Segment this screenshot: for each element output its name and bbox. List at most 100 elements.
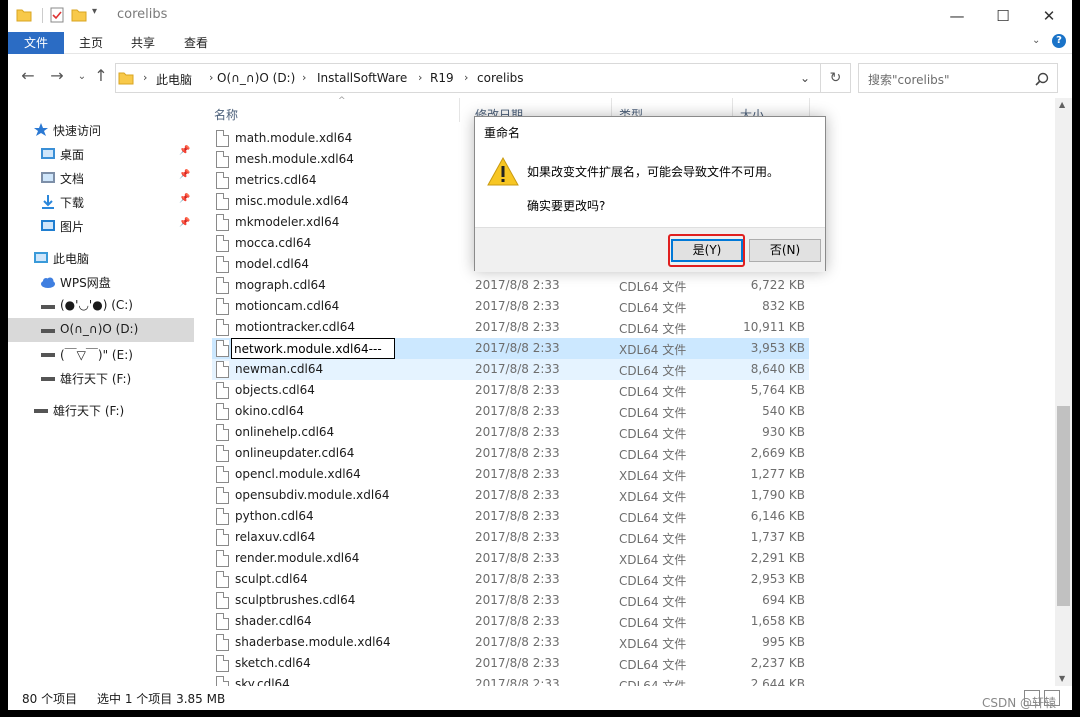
breadcrumb-installsoftware[interactable]: InstallSoftWare <box>317 71 407 85</box>
sidebar-item-label: 下载 <box>60 196 85 210</box>
properties-icon[interactable] <box>49 7 65 23</box>
tab-file[interactable]: 文件 <box>8 32 64 54</box>
chevron-right-icon[interactable]: › <box>418 71 422 84</box>
close-button[interactable]: ✕ <box>1026 0 1072 32</box>
scrollbar-thumb[interactable] <box>1057 406 1070 606</box>
sidebar-item[interactable]: 图片 📌 <box>8 214 194 238</box>
vertical-scrollbar[interactable]: ▲ ▼ <box>1055 98 1072 686</box>
sidebar-item[interactable]: 雄行天下 (F:) <box>8 366 194 390</box>
file-type: CDL64 文件 <box>619 385 687 399</box>
file-type: CDL64 文件 <box>619 616 687 630</box>
sidebar-item[interactable]: 下载 📌 <box>8 190 194 214</box>
file-name: python.cdl64 <box>235 509 314 523</box>
forward-arrow-icon[interactable]: → <box>46 66 68 85</box>
file-date: 2017/8/8 2:33 <box>475 425 560 439</box>
file-type: XDL64 文件 <box>619 490 687 504</box>
sidebar-item[interactable]: O(∩_∩)O (D:) <box>8 318 194 342</box>
table-row[interactable]: sketch.cdl64 2017/8/8 2:33 CDL64 文件 2,237 K… <box>212 653 809 674</box>
file-size: 6,722 KB <box>750 278 805 292</box>
file-date: 2017/8/8 2:33 <box>475 299 560 313</box>
star-icon <box>33 123 49 137</box>
scroll-down-icon[interactable]: ▼ <box>1059 674 1065 683</box>
pin-icon[interactable]: 📌 <box>179 218 190 228</box>
table-row[interactable]: opensubdiv.module.xdl64 2017/8/8 2:33 XDL6… <box>212 485 809 506</box>
table-row[interactable]: objects.cdl64 2017/8/8 2:33 CDL64 文件 5,764 … <box>212 380 809 401</box>
chevron-right-icon[interactable]: › <box>143 71 147 84</box>
file-icon <box>216 550 229 567</box>
rename-input[interactable]: network.module.xdl64--- <box>231 338 395 359</box>
customize-qat-icon[interactable]: ▾ <box>92 6 108 22</box>
table-row[interactable]: network.module.xdl64--- 2017/8/8 2:33 XDL6… <box>212 338 809 359</box>
dialog-question: 确实要更改吗? <box>527 199 606 213</box>
table-row[interactable]: motioncam.cdl64 2017/8/8 2:33 CDL64 文件 832 … <box>212 296 809 317</box>
table-row[interactable]: python.cdl64 2017/8/8 2:33 CDL64 文件 6,146 K… <box>212 506 809 527</box>
column-divider[interactable] <box>459 98 460 122</box>
file-name: motiontracker.cdl64 <box>235 320 355 334</box>
table-row[interactable]: mograph.cdl64 2017/8/8 2:33 CDL64 文件 6,722 … <box>212 275 809 296</box>
breadcrumb-corelibs[interactable]: corelibs <box>477 71 524 85</box>
sidebar-item[interactable]: 此电脑 <box>8 246 194 270</box>
file-icon <box>216 592 229 609</box>
breadcrumb-drive-d[interactable]: O(∩_∩)O (D:) <box>217 71 295 85</box>
minimize-button[interactable]: — <box>934 0 980 32</box>
rename-confirm-dialog: 重命名 如果改变文件扩展名，可能会导致文件不可用。 确实要更改吗? 是(Y) 否… <box>474 116 826 272</box>
tab-home[interactable]: 主页 <box>64 32 118 54</box>
scroll-up-icon[interactable]: ▲ <box>1059 100 1065 109</box>
file-size: 8,640 KB <box>750 362 805 376</box>
chevron-right-icon[interactable]: › <box>209 71 213 84</box>
help-icon[interactable]: ? <box>1052 34 1066 48</box>
file-size: 540 KB <box>762 404 805 418</box>
expand-ribbon-icon[interactable]: ⌄ <box>1032 35 1040 46</box>
sidebar-item[interactable]: 桌面 📌 <box>8 142 194 166</box>
table-row[interactable]: shader.cdl64 2017/8/8 2:33 CDL64 文件 1,658 K… <box>212 611 809 632</box>
up-arrow-icon[interactable]: ↑ <box>90 66 112 85</box>
table-row[interactable]: render.module.xdl64 2017/8/8 2:33 XDL64 文件… <box>212 548 809 569</box>
chevron-right-icon[interactable]: › <box>464 71 468 84</box>
file-size: 1,737 KB <box>750 530 805 544</box>
table-row[interactable]: motiontracker.cdl64 2017/8/8 2:33 CDL64 文件… <box>212 317 809 338</box>
table-row[interactable]: okino.cdl64 2017/8/8 2:33 CDL64 文件 540 KB <box>212 401 809 422</box>
yes-button[interactable]: 是(Y) <box>671 239 743 262</box>
column-header-name[interactable]: 名称 <box>214 106 238 123</box>
breadcrumb-this-pc[interactable]: 此电脑 <box>156 71 192 88</box>
table-row[interactable]: newman.cdl64 2017/8/8 2:33 CDL64 文件 8,640 K… <box>212 359 809 380</box>
chevron-down-icon[interactable]: ⌄ <box>800 71 810 85</box>
sidebar-item[interactable]: WPS网盘 <box>8 270 194 294</box>
table-row[interactable]: sculptbrushes.cdl64 2017/8/8 2:33 CDL64 文件… <box>212 590 809 611</box>
table-row[interactable]: sculpt.cdl64 2017/8/8 2:33 CDL64 文件 2,953 K… <box>212 569 809 590</box>
search-input[interactable]: 搜索"corelibs" <box>858 63 1058 93</box>
file-date: 2017/8/8 2:33 <box>475 278 560 292</box>
chevron-right-icon[interactable]: › <box>302 71 306 84</box>
no-button[interactable]: 否(N) <box>749 239 821 262</box>
folder-icon[interactable] <box>16 7 32 23</box>
tab-view[interactable]: 查看 <box>169 32 223 54</box>
file-size: 3,953 KB <box>750 341 805 355</box>
file-icon <box>216 487 229 504</box>
maximize-button[interactable]: ☐ <box>980 0 1026 32</box>
table-row[interactable]: onlinehelp.cdl64 2017/8/8 2:33 CDL64 文件 930… <box>212 422 809 443</box>
sidebar-item[interactable]: (●'◡'●) (C:) <box>8 294 194 318</box>
sidebar-item[interactable]: 雄行天下 (F:) <box>8 398 194 422</box>
back-arrow-icon[interactable]: ← <box>17 66 39 85</box>
breadcrumb-r19[interactable]: R19 <box>430 71 454 85</box>
sidebar-item[interactable]: 快速访问 <box>8 118 194 142</box>
sidebar-item-label: 快速访问 <box>53 124 102 138</box>
pin-icon[interactable]: 📌 <box>179 194 190 204</box>
file-date: 2017/8/8 2:33 <box>475 635 560 649</box>
table-row[interactable]: relaxuv.cdl64 2017/8/8 2:33 CDL64 文件 1,737 … <box>212 527 809 548</box>
table-row[interactable]: onlineupdater.cdl64 2017/8/8 2:33 CDL64 文件… <box>212 443 809 464</box>
pin-icon[interactable]: 📌 <box>179 146 190 156</box>
address-bar[interactable]: › 此电脑 › O(∩_∩)O (D:) › InstallSoftWare ›… <box>115 63 821 93</box>
tab-share[interactable]: 共享 <box>116 32 170 54</box>
sidebar-item[interactable]: (￣▽￣)" (E:) <box>8 342 194 366</box>
table-row[interactable]: opencl.module.xdl64 2017/8/8 2:33 XDL64 文件… <box>212 464 809 485</box>
file-name: render.module.xdl64 <box>235 551 360 565</box>
refresh-button[interactable]: ↻ <box>821 63 851 93</box>
table-row[interactable]: shaderbase.module.xdl64 2017/8/8 2:33 XDL6… <box>212 632 809 653</box>
sidebar-item[interactable]: 文档 📌 <box>8 166 194 190</box>
pin-icon[interactable]: 📌 <box>179 170 190 180</box>
refresh-icon: ↻ <box>829 70 842 86</box>
file-date: 2017/8/8 2:33 <box>475 446 560 460</box>
file-size: 2,291 KB <box>750 551 805 565</box>
new-folder-icon[interactable] <box>71 7 87 23</box>
